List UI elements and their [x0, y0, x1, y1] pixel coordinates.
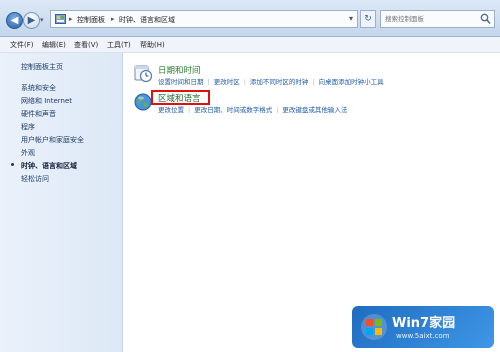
link-change-time-zone[interactable]: 更改时区 — [214, 78, 240, 86]
sidebar-item-network-internet[interactable]: 网络和 Internet — [21, 96, 72, 106]
sidebar-item-system-security[interactable]: 系统和安全 — [21, 83, 56, 93]
recent-pages-dropdown-icon[interactable]: ▾ — [40, 16, 44, 24]
clock-icon — [134, 65, 153, 83]
link-change-keyboards[interactable]: 更改键盘或其他输入法 — [282, 106, 347, 114]
breadcrumb-clock-language-region[interactable]: 时钟、语言和区域 — [119, 15, 175, 25]
menu-bar: 文件(F) 编辑(E) 查看(V) 工具(T) 帮助(H) — [0, 37, 500, 53]
link-separator: | — [188, 106, 191, 114]
sidebar-item-ease-of-access[interactable]: 轻松访问 — [21, 174, 49, 184]
link-add-clocks[interactable]: 添加不同时区的时钟 — [250, 78, 309, 86]
link-change-location[interactable]: 更改位置 — [158, 106, 184, 114]
search-icon — [480, 13, 491, 24]
link-separator: | — [276, 106, 279, 114]
menu-edit[interactable]: 编辑(E) — [42, 40, 66, 50]
link-set-time-date[interactable]: 设置时间和日期 — [158, 78, 204, 86]
search-input[interactable] — [385, 13, 477, 25]
breadcrumb-separator-icon: ▸ — [111, 15, 115, 23]
category-title-date-time[interactable]: 日期和时间 — [158, 64, 201, 76]
link-separator: | — [207, 78, 210, 86]
link-separator: | — [243, 78, 246, 86]
window-titlebar: ◀ ▶ ▾ ▸ 控制面板 ▸ 时钟、语言和区域 ▾ ↻ — [0, 0, 500, 37]
watermark-url: www.5aixt.com — [396, 332, 450, 340]
highlight-box — [151, 90, 210, 105]
forward-button[interactable]: ▶ — [23, 12, 40, 29]
refresh-button[interactable]: ↻ — [360, 10, 376, 28]
watermark-brand: Win7家园 — [392, 316, 456, 331]
refresh-icon: ↻ — [364, 14, 372, 24]
link-separator: | — [312, 78, 315, 86]
active-item-bullet-icon — [11, 163, 14, 166]
address-dropdown-icon[interactable]: ▾ — [349, 14, 353, 23]
globe-icon — [134, 93, 152, 111]
search-box[interactable] — [380, 10, 495, 28]
link-add-clock-gadget[interactable]: 向桌面添加时钟小工具 — [319, 78, 384, 86]
date-time-task-links: 设置时间和日期 | 更改时区 | 添加不同时区的时钟 | 向桌面添加时钟小工具 — [158, 76, 384, 86]
control-panel-icon — [55, 14, 66, 24]
breadcrumb-separator-icon: ▸ — [69, 15, 73, 23]
sidebar-item-appearance[interactable]: 外观 — [21, 148, 35, 158]
windows-flag-icon — [361, 314, 387, 340]
sidebar-item-control-panel-home[interactable]: 控制面板主页 — [21, 62, 63, 72]
menu-tools[interactable]: 工具(T) — [107, 40, 131, 50]
link-change-formats[interactable]: 更改日期、时间或数字格式 — [194, 106, 272, 114]
region-language-task-links: 更改位置 | 更改日期、时间或数字格式 | 更改键盘或其他输入法 — [158, 104, 347, 114]
address-bar[interactable]: ▸ 控制面板 ▸ 时钟、语言和区域 ▾ — [50, 10, 358, 28]
menu-file[interactable]: 文件(F) — [10, 40, 34, 50]
breadcrumb-control-panel[interactable]: 控制面板 — [77, 15, 105, 25]
menu-view[interactable]: 查看(V) — [74, 40, 98, 50]
back-arrow-icon: ◀ — [10, 15, 19, 26]
menu-help[interactable]: 帮助(H) — [140, 40, 165, 50]
sidebar-item-programs[interactable]: 程序 — [21, 122, 35, 132]
sidebar-item-clock-language-region[interactable]: 时钟、语言和区域 — [21, 161, 77, 171]
watermark-logo: Win7家园 www.5aixt.com — [352, 306, 494, 348]
back-button[interactable]: ◀ — [6, 12, 23, 29]
forward-arrow-icon: ▶ — [27, 15, 36, 26]
sidebar: 控制面板主页 系统和安全 网络和 Internet 硬件和声音 程序 用户帐户和… — [0, 53, 123, 352]
sidebar-item-user-accounts[interactable]: 用户帐户和家庭安全 — [21, 135, 84, 145]
sidebar-item-hardware-sound[interactable]: 硬件和声音 — [21, 109, 56, 119]
